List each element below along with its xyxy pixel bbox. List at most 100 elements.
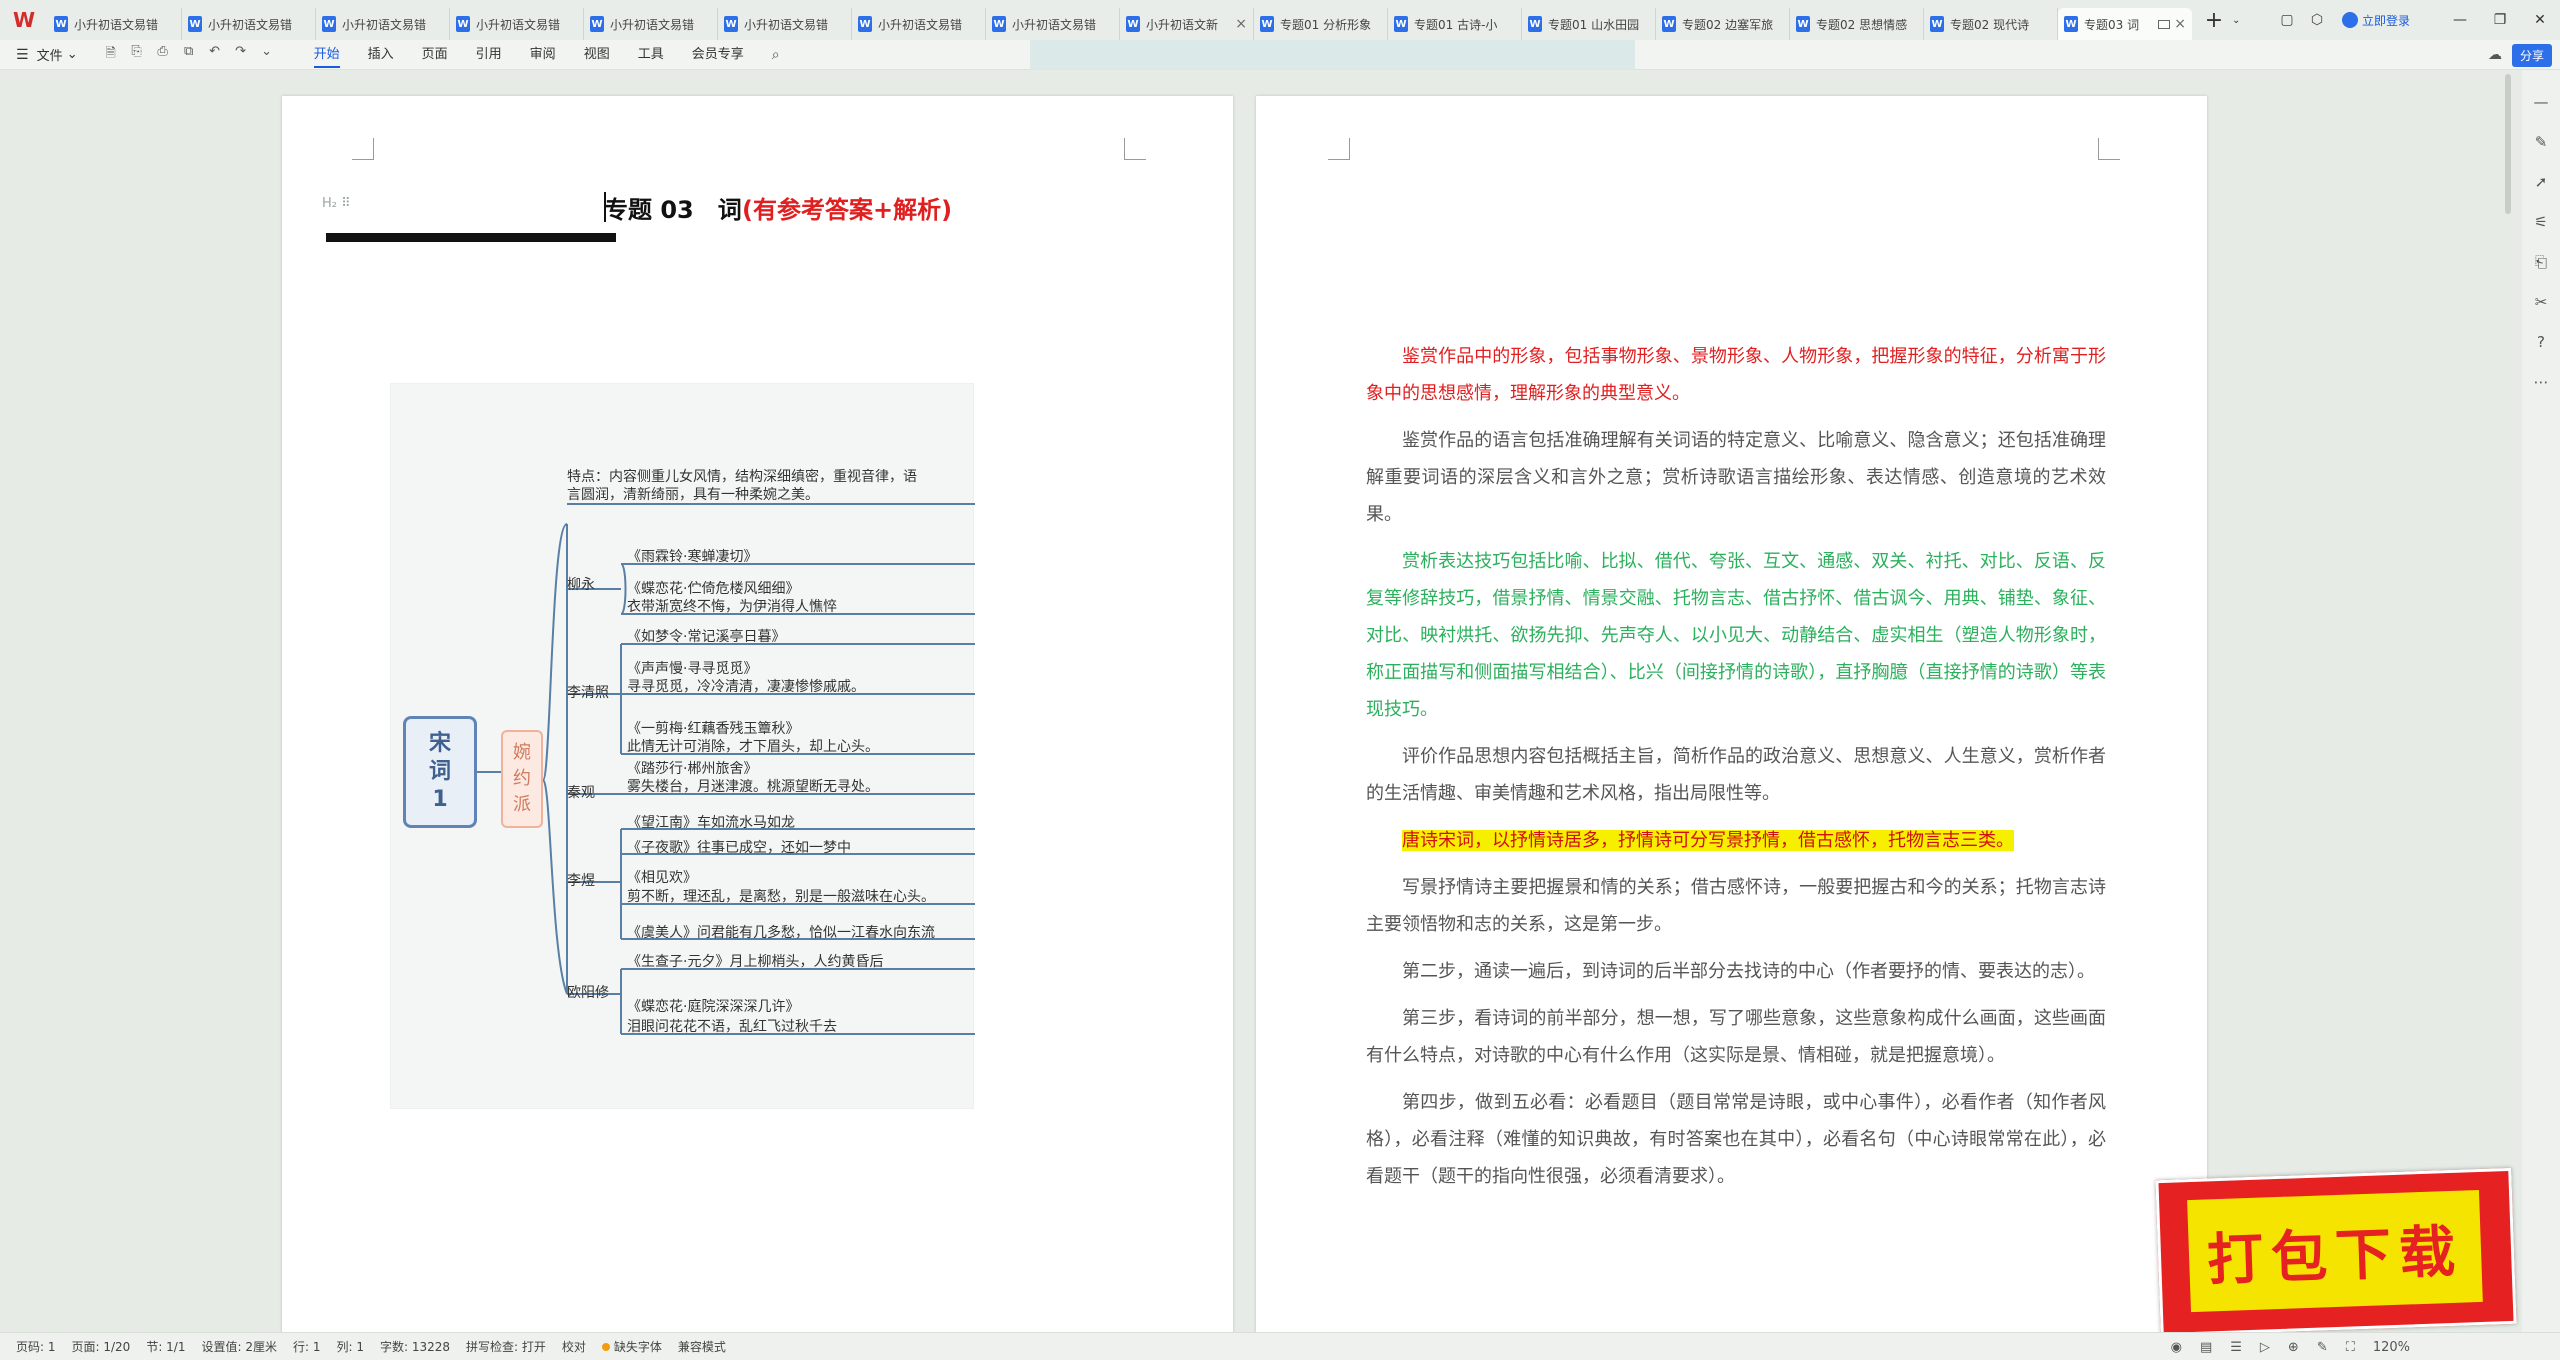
scroll-thumb[interactable] — [2505, 74, 2511, 214]
tab-document[interactable]: W 专题02 思想情感 — [1790, 8, 1924, 40]
tab-document[interactable]: W 小升初语文易错 — [182, 8, 316, 40]
play-icon[interactable]: ▷ — [2260, 1340, 2270, 1355]
avatar — [2341, 12, 2358, 28]
tab-document[interactable]: W 专题03 词 × — [2058, 8, 2192, 40]
share-button[interactable]: 分享 — [2511, 43, 2552, 67]
save-icon[interactable]: 🗎 — [98, 44, 124, 66]
vertical-scrollbar[interactable] — [2504, 70, 2512, 1332]
tab-document[interactable]: W 小升初语文易错 — [852, 8, 986, 40]
tab-document[interactable]: W 专题02 边塞军旅 — [1656, 8, 1790, 40]
login-button[interactable]: 立即登录 — [2341, 12, 2410, 29]
mindmap-branch-node: 婉约派 — [501, 730, 543, 828]
ribbon-tab[interactable]: 会员专享 — [678, 40, 758, 70]
title-row[interactable]: H₂ ⠿ 专题 03 词 (有参考答案+解析) — [322, 188, 1202, 228]
undo-icon[interactable]: ↶ — [202, 44, 228, 66]
word-doc-icon: W — [1260, 16, 1274, 32]
status-bar: 页码: 1 页面: 1/20 节: 1/1 设置值: 2厘米 行: 1 列: 1… — [0, 1332, 2560, 1360]
tab-list-dropdown-icon[interactable]: ⌄ — [2232, 15, 2248, 26]
fit-icon[interactable]: ⛶ — [2346, 1340, 2355, 1355]
select-icon[interactable]: ➚ — [2535, 162, 2548, 202]
page-view-icon[interactable]: ▤ — [2200, 1340, 2212, 1355]
new-tab-button[interactable]: + — [2196, 4, 2232, 36]
minimize-button[interactable]: — — [2440, 0, 2480, 40]
status-setting[interactable]: 设置值: 2厘米 — [201, 1338, 277, 1355]
download-badge[interactable]: 打包下载 — [2155, 1167, 2517, 1337]
tab-label: 小升初语文新 — [1146, 17, 1219, 32]
restore-button[interactable]: ❐ — [2480, 0, 2520, 40]
tab-document[interactable]: W 小升初语文易错 — [584, 8, 718, 40]
adjust-icon[interactable]: ⚟ — [2534, 202, 2547, 242]
web-view-icon[interactable]: ⊕ — [2288, 1340, 2299, 1355]
pen-icon[interactable]: ✎ — [2535, 122, 2548, 162]
status-spell-check[interactable]: 拼写检查: 打开 — [466, 1338, 546, 1355]
mindmap-node: 《望江南》车如流水马如龙 — [627, 815, 795, 831]
collapse-icon[interactable]: — — [2534, 82, 2549, 122]
cloud-icon[interactable]: ☁ — [2488, 47, 2502, 63]
file-menu[interactable]: ☰ 文件 ⌄ — [0, 45, 78, 65]
status-compat-mode[interactable]: 兼容模式 — [678, 1338, 726, 1355]
zoom-level[interactable]: 120% — [2373, 1340, 2410, 1355]
search-icon[interactable]: ⌕ — [772, 47, 780, 63]
page-1[interactable]: H₂ ⠿ 专题 03 词 (有参考答案+解析) 宋词1 婉约派 柳永 李清照 秦… — [282, 96, 1233, 1336]
status-page[interactable]: 页码: 1 — [16, 1338, 56, 1355]
ribbon-tab[interactable]: 视图 — [570, 40, 624, 70]
more-icon[interactable]: ⋯ — [2534, 362, 2549, 402]
tab-document[interactable]: W 小升初语文易错 — [316, 8, 450, 40]
window-mode-icon[interactable]: ▢ — [2272, 0, 2302, 40]
status-column[interactable]: 列: 1 — [336, 1338, 364, 1355]
mindmap-node: 《如梦令·常记溪亭日暮》 — [627, 629, 786, 645]
tab-document[interactable]: W 小升初语文新 × — [1120, 8, 1254, 40]
status-proofread[interactable]: 校对 — [562, 1338, 586, 1355]
mindmap-image[interactable]: 宋词1 婉约派 柳永 李清照 秦观 李煜 欧阳修 特点：内容侧重儿女风情，结构深… — [390, 383, 975, 1109]
document-workspace[interactable]: H₂ ⠿ 专题 03 词 (有参考答案+解析) 宋词1 婉约派 柳永 李清照 秦… — [0, 70, 2560, 1336]
heading-marker[interactable]: H₂ ⠿ — [322, 196, 351, 211]
ribbon-tab[interactable]: 页面 — [408, 40, 462, 70]
close-tab-icon[interactable]: × — [2174, 16, 2186, 32]
word-doc-icon: W — [858, 16, 872, 32]
ribbon-tab[interactable]: 引用 — [462, 40, 516, 70]
tab-document[interactable]: W 小升初语文易错 — [48, 8, 182, 40]
tab-document[interactable]: W 小升初语文易错 — [718, 8, 852, 40]
status-pages[interactable]: 页面: 1/20 — [72, 1338, 131, 1355]
tab-document[interactable]: W 小升初语文易错 — [450, 8, 584, 40]
wps-logo-icon[interactable]: W — [0, 0, 48, 40]
close-window-button[interactable]: ✕ — [2520, 0, 2560, 40]
tools-icon[interactable]: ✂ — [2535, 282, 2548, 322]
page-2[interactable]: 鉴赏作品中的形象，包括事物形象、景物形象、人物形象，把握形象的特征，分析寓于形象… — [1256, 96, 2207, 1336]
ribbon-tab[interactable]: 工具 — [624, 40, 678, 70]
paragraph: 鉴赏作品的语言包括准确理解有关词语的特定意义、比喻意义、隐含意义；还包括准确理解… — [1366, 430, 2106, 525]
mindmap-node: 《声声慢·寻寻觅觅》 — [627, 661, 758, 677]
ribbon-tab[interactable]: 插入 — [354, 40, 408, 70]
more-dropdown-icon[interactable]: ⌄ — [254, 44, 280, 66]
mindmap-author: 欧阳修 — [567, 985, 609, 1001]
tab-document[interactable]: W 专题01 古诗-小 — [1388, 8, 1522, 40]
tab-document[interactable]: W 专题01 分析形象 — [1254, 8, 1388, 40]
status-word-count[interactable]: 字数: 13228 — [380, 1338, 450, 1355]
redo-icon[interactable]: ↷ — [228, 44, 254, 66]
status-missing-font[interactable]: 缺失字体 — [602, 1338, 662, 1355]
tab-label: 专题01 古诗-小 — [1414, 17, 1498, 32]
export-icon[interactable]: ⎘ — [124, 44, 150, 66]
tab-document[interactable]: W 专题02 现代诗 — [1924, 8, 2058, 40]
tab-document[interactable]: W 小升初语文易错 — [986, 8, 1120, 40]
ribbon-tab[interactable]: 开始 — [300, 40, 354, 70]
print-icon[interactable]: ⎙ — [150, 44, 176, 66]
monitor-icon — [2158, 19, 2171, 29]
body-text[interactable]: 鉴赏作品中的形象，包括事物形象、景物形象、人物形象，把握形象的特征，分析寓于形象… — [1366, 338, 2106, 1205]
clipboard-icon[interactable]: ⎗ — [2535, 242, 2547, 282]
cube-icon[interactable]: ⬡ — [2302, 0, 2332, 40]
status-row[interactable]: 行: 1 — [293, 1338, 321, 1355]
close-tab-icon[interactable]: × — [1235, 16, 1247, 32]
status-section[interactable]: 节: 1/1 — [146, 1338, 185, 1355]
tab-document[interactable]: W 专题01 山水田园 — [1522, 8, 1656, 40]
help-icon[interactable]: ? — [2537, 322, 2545, 362]
preview-icon[interactable]: ⧉ — [176, 44, 202, 66]
eye-icon[interactable]: ◉ — [2171, 1340, 2182, 1355]
tab-label: 小升初语文易错 — [74, 17, 159, 32]
tab-label: 专题01 山水田园 — [1548, 17, 1640, 32]
word-doc-icon: W — [992, 16, 1006, 32]
outline-icon[interactable]: ☰ — [2230, 1340, 2242, 1355]
mindmap-node: 《蝶恋花·庭院深深深几许》 — [627, 999, 800, 1015]
ribbon-tab[interactable]: 审阅 — [516, 40, 570, 70]
pen-mode-icon[interactable]: ✎ — [2317, 1340, 2328, 1355]
